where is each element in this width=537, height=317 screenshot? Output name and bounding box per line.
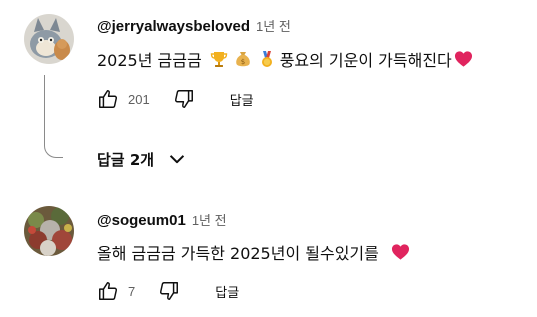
like-count: 7 [128, 283, 136, 299]
red-heart-emoji [454, 50, 473, 68]
thumbs-down-icon [174, 90, 193, 108]
like-button[interactable] [96, 87, 120, 111]
comment-actions: 7 답글 [96, 279, 239, 303]
comment-actions: 201 답글 [96, 87, 254, 111]
trophy-emoji [210, 50, 228, 68]
chevron-down-icon [166, 148, 188, 170]
comment-meta: @sogeum01 1년 전 [97, 210, 227, 229]
comment-timestamp[interactable]: 1년 전 [192, 210, 227, 229]
show-replies-button[interactable]: 답글 2개 [97, 148, 188, 170]
comment-timestamp[interactable]: 1년 전 [256, 16, 291, 35]
comment-text-part: 올해 금금금 가득한 2025년이 될수있기를 [97, 244, 379, 263]
thumbs-down-icon [160, 282, 179, 300]
money-bag-emoji: $ [234, 50, 252, 68]
comment-author[interactable]: @jerryalwaysbeloved [97, 18, 250, 35]
comment-text-part: 풍요의 기운이 가득해진다 [279, 51, 452, 70]
comment-text-part: 2025년 금금금 [97, 51, 202, 70]
red-heart-emoji [391, 243, 410, 261]
dislike-button[interactable] [172, 87, 196, 111]
replies-count-label: 답글 2개 [97, 150, 155, 169]
thumbs-up-icon [99, 282, 118, 300]
thumbs-up-icon [99, 90, 118, 108]
svg-text:$: $ [240, 58, 244, 66]
comment-author[interactable]: @sogeum01 [97, 212, 186, 229]
comment-text: 올해 금금금 가득한 2025년이 될수있기를 [97, 240, 410, 264]
reply-button[interactable]: 답글 [230, 90, 254, 109]
avatar[interactable] [24, 206, 74, 256]
avatar[interactable] [24, 14, 74, 64]
comment-meta: @jerryalwaysbeloved 1년 전 [97, 16, 291, 35]
like-count: 201 [128, 91, 150, 107]
reply-button[interactable]: 답글 [215, 282, 239, 301]
like-button[interactable] [96, 279, 120, 303]
dislike-button[interactable] [157, 279, 181, 303]
medal-emoji [258, 50, 276, 68]
thread-connector-line [44, 75, 63, 158]
comment-text: 2025년 금금금 $ 풍요의 기운이 가득해진다 [97, 47, 473, 71]
